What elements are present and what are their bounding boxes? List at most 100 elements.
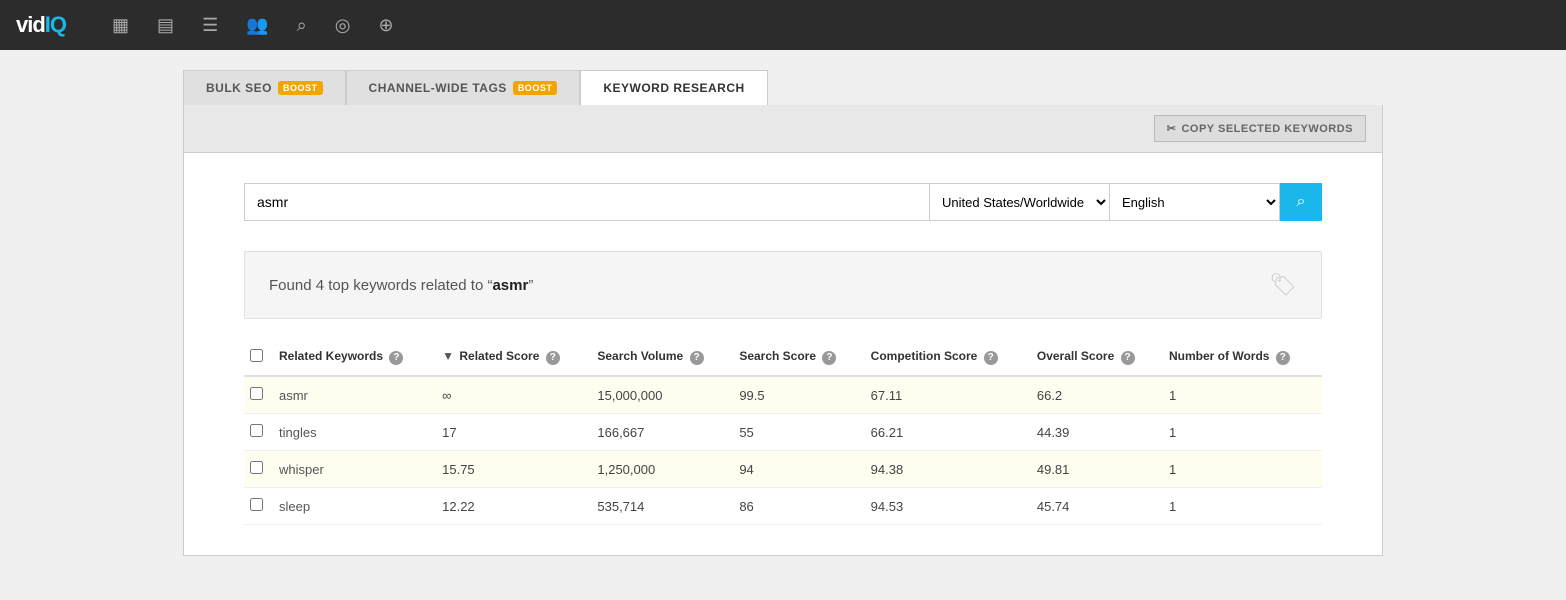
table-row: asmr ∞ 15,000,000 99.5 67.11 66.2 1 xyxy=(244,376,1322,414)
search-area: United States/Worldwide United Kingdom C… xyxy=(184,153,1382,241)
tab-bulk-seo-label: BULK SEO xyxy=(206,81,272,95)
row-overall-score-1: 44.39 xyxy=(1031,414,1163,451)
competition-score-label: Competition Score xyxy=(871,349,978,363)
results-prefix: Found 4 top keywords related to “ xyxy=(269,277,492,294)
table-row: whisper 15.75 1,250,000 94 94.38 49.81 1 xyxy=(244,451,1322,488)
related-score-help-icon[interactable]: ? xyxy=(546,351,560,365)
search-score-help-icon[interactable]: ? xyxy=(822,351,836,365)
row-checkbox-cell xyxy=(244,376,273,414)
related-keywords-label: Related Keywords xyxy=(279,349,383,363)
row-search-volume-3: 535,714 xyxy=(591,488,733,525)
search-volume-header: Search Volume ? xyxy=(591,339,733,376)
nav-icons: ▦ ▤ ☰ 👥 ⌕ ◎ ⊕ xyxy=(112,15,394,36)
overall-score-label: Overall Score xyxy=(1037,349,1114,363)
search-volume-label: Search Volume xyxy=(597,349,683,363)
row-checkbox-2[interactable] xyxy=(250,461,263,474)
row-keyword-2: whisper xyxy=(273,451,436,488)
logo: vidIQ xyxy=(16,12,66,38)
row-checkbox-1[interactable] xyxy=(250,424,263,437)
results-text: Found 4 top keywords related to “asmr” xyxy=(269,277,533,294)
row-competition-score-0: 67.11 xyxy=(865,376,1031,414)
copy-icon: ✂ xyxy=(1167,122,1177,135)
row-num-words-3: 1 xyxy=(1163,488,1322,525)
overall-score-help-icon[interactable]: ? xyxy=(1121,351,1135,365)
table-header-row: Related Keywords ? ▼ Related Score ? Sea… xyxy=(244,339,1322,376)
related-keywords-help-icon[interactable]: ? xyxy=(389,351,403,365)
results-banner: Found 4 top keywords related to “asmr” 🏷… xyxy=(244,251,1322,319)
row-search-volume-2: 1,250,000 xyxy=(591,451,733,488)
search-input[interactable] xyxy=(244,183,929,221)
list-icon[interactable]: ☰ xyxy=(202,15,218,36)
row-num-words-1: 1 xyxy=(1163,414,1322,451)
row-search-score-1: 55 xyxy=(733,414,864,451)
search-nav-icon[interactable]: ⌕ xyxy=(297,15,307,36)
row-num-words-0: 1 xyxy=(1163,376,1322,414)
row-keyword-1: tingles xyxy=(273,414,436,451)
logo-vid: vid xyxy=(16,12,45,37)
region-select[interactable]: United States/Worldwide United Kingdom C… xyxy=(929,183,1110,221)
row-checkbox-cell xyxy=(244,414,273,451)
row-checkbox-cell xyxy=(244,488,273,525)
film-icon[interactable]: ▤ xyxy=(157,15,174,36)
results-keyword: asmr xyxy=(492,277,528,294)
select-all-header xyxy=(244,339,273,376)
row-keyword-0: asmr xyxy=(273,376,436,414)
tab-channel-wide-tags[interactable]: CHANNEL-WIDE TAGS BOOST xyxy=(346,70,581,105)
language-select[interactable]: English Spanish French German Japanese xyxy=(1110,183,1280,221)
search-score-header: Search Score ? xyxy=(733,339,864,376)
number-of-words-header: Number of Words ? xyxy=(1163,339,1322,376)
competition-score-header: Competition Score ? xyxy=(865,339,1031,376)
row-checkbox-cell xyxy=(244,451,273,488)
tab-channel-wide-tags-badge: BOOST xyxy=(513,81,558,95)
search-volume-help-icon[interactable]: ? xyxy=(690,351,704,365)
row-competition-score-3: 94.53 xyxy=(865,488,1031,525)
row-keyword-3: sleep xyxy=(273,488,436,525)
row-checkbox-3[interactable] xyxy=(250,498,263,511)
select-all-checkbox[interactable] xyxy=(250,349,263,362)
logo-iq: IQ xyxy=(45,12,66,37)
search-button[interactable]: ⌕ xyxy=(1280,183,1322,221)
bar-chart-icon[interactable]: ▦ xyxy=(112,15,129,36)
main-content: BULK SEO BOOST CHANNEL-WIDE TAGS BOOST K… xyxy=(183,50,1383,556)
tabs: BULK SEO BOOST CHANNEL-WIDE TAGS BOOST K… xyxy=(183,70,1383,105)
table-row: sleep 12.22 535,714 86 94.53 45.74 1 xyxy=(244,488,1322,525)
row-search-score-3: 86 xyxy=(733,488,864,525)
row-overall-score-0: 66.2 xyxy=(1031,376,1163,414)
tab-bulk-seo[interactable]: BULK SEO BOOST xyxy=(183,70,346,105)
table-row: tingles 17 166,667 55 66.21 44.39 1 xyxy=(244,414,1322,451)
row-search-volume-1: 166,667 xyxy=(591,414,733,451)
row-competition-score-1: 66.21 xyxy=(865,414,1031,451)
users-icon[interactable]: 👥 xyxy=(246,15,268,36)
number-of-words-label: Number of Words xyxy=(1169,349,1269,363)
search-button-icon: ⌕ xyxy=(1297,193,1306,211)
row-competition-score-2: 94.38 xyxy=(865,451,1031,488)
competition-score-help-icon[interactable]: ? xyxy=(984,351,998,365)
number-of-words-help-icon[interactable]: ? xyxy=(1276,351,1290,365)
related-score-header: ▼ Related Score ? xyxy=(436,339,591,376)
navbar: vidIQ ▦ ▤ ☰ 👥 ⌕ ◎ ⊕ xyxy=(0,0,1566,50)
row-related-score-2: 15.75 xyxy=(436,451,591,488)
keywords-table: Related Keywords ? ▼ Related Score ? Sea… xyxy=(244,339,1322,525)
row-related-score-3: 12.22 xyxy=(436,488,591,525)
row-overall-score-3: 45.74 xyxy=(1031,488,1163,525)
eye-icon[interactable]: ◎ xyxy=(335,15,351,36)
row-related-score-1: 17 xyxy=(436,414,591,451)
plus-circle-icon[interactable]: ⊕ xyxy=(378,15,393,36)
overall-score-header: Overall Score ? xyxy=(1031,339,1163,376)
row-search-score-0: 99.5 xyxy=(733,376,864,414)
tab-channel-wide-tags-label: CHANNEL-WIDE TAGS xyxy=(369,81,507,95)
tab-keyword-research-label: KEYWORD RESEARCH xyxy=(603,81,744,95)
row-checkbox-0[interactable] xyxy=(250,387,263,400)
copy-button-label: COPY SELECTED KEYWORDS xyxy=(1181,123,1353,135)
tab-keyword-research[interactable]: KEYWORD RESEARCH xyxy=(580,70,767,105)
table-area: Related Keywords ? ▼ Related Score ? Sea… xyxy=(184,339,1382,555)
row-related-score-0: ∞ xyxy=(436,376,591,414)
sort-down-icon[interactable]: ▼ xyxy=(442,349,454,363)
panel: ✂ COPY SELECTED KEYWORDS United States/W… xyxy=(183,105,1383,556)
row-overall-score-2: 49.81 xyxy=(1031,451,1163,488)
tab-bulk-seo-badge: BOOST xyxy=(278,81,323,95)
copy-bar: ✂ COPY SELECTED KEYWORDS xyxy=(184,105,1382,153)
copy-selected-keywords-button[interactable]: ✂ COPY SELECTED KEYWORDS xyxy=(1154,115,1366,142)
row-search-score-2: 94 xyxy=(733,451,864,488)
related-score-label: Related Score xyxy=(459,349,539,363)
